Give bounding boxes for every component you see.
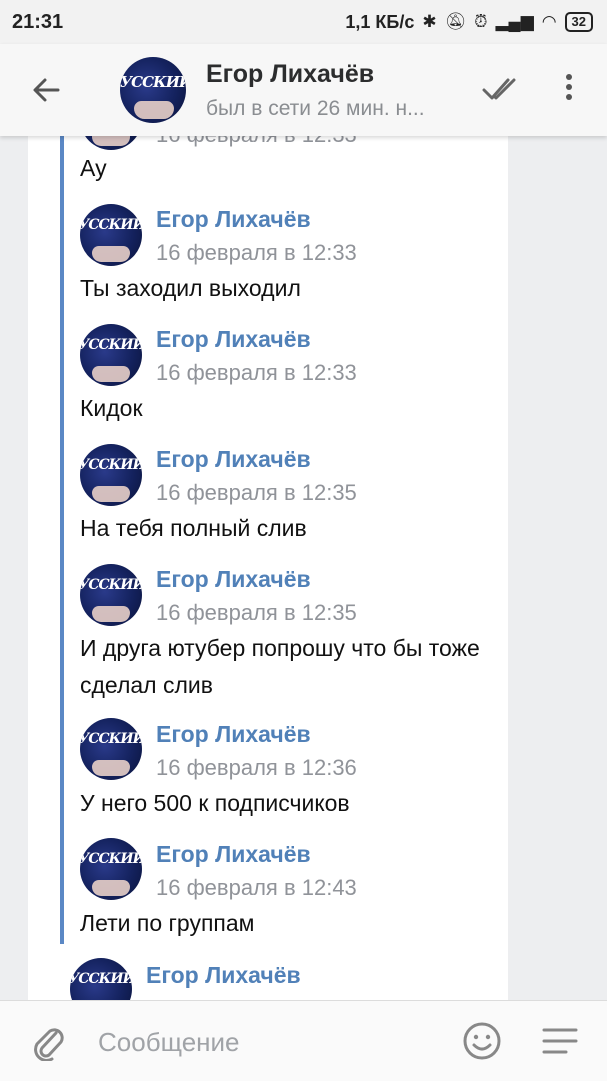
avatar-hands <box>92 880 130 896</box>
message-text: Ау <box>80 155 107 181</box>
status-bar: 21:31 1,1 КБ/с ✱ 🔕︎ ⏰︎ ▂▄▆ ◠ 32 <box>0 0 607 44</box>
contact-status: был в сети 26 мин. н... <box>206 96 425 120</box>
message-avatar[interactable]: УССКИЙ <box>80 324 142 386</box>
message-avatar[interactable]: УССКИЙ <box>80 204 142 266</box>
message-input[interactable]: Сообщение <box>98 1027 240 1058</box>
signal-icon: ▂▄▆ <box>495 12 534 31</box>
alarm-icon: ⏰︎ <box>474 12 488 31</box>
forwarded-messages-panel: УССКИЙ 16 февраля в 12:33 Ау УССКИЙ Егор… <box>28 136 508 1000</box>
message-avatar[interactable]: УССКИЙ <box>80 564 142 626</box>
message-author[interactable]: Егор Лихачёв <box>156 841 311 868</box>
avatar-hands <box>92 606 130 622</box>
message-date: 16 февраля в 12:35 <box>156 600 357 625</box>
header-avatar[interactable]: УССКИЙ <box>120 57 186 123</box>
header-title-block[interactable]: Егор Лихачёв был в сети 26 мин. н... <box>206 60 425 121</box>
avatar-logo-text: УССКИЙ <box>80 577 142 593</box>
avatar-hands <box>92 486 130 502</box>
avatar-hands <box>134 101 174 119</box>
message-avatar[interactable]: УССКИЙ <box>80 136 142 150</box>
avatar-logo-text: УССКИЙ <box>80 217 142 233</box>
message-date: 16 февраля в 12:33 <box>156 136 357 148</box>
message-text: И друга ютубер попрошу что бы тоже сдела… <box>80 635 480 698</box>
avatar-logo-text: УССКИЙ <box>70 971 132 987</box>
forwarded-quote-bar <box>60 136 64 944</box>
avatar-hands <box>92 136 130 146</box>
message-avatar[interactable]: УССКИЙ <box>70 958 132 1000</box>
message-text: Кидок <box>80 395 143 421</box>
contact-name: Егор Лихачёв <box>206 59 375 88</box>
message-date: 16 февраля в 12:36 <box>156 755 357 780</box>
message-author[interactable]: Егор Лихачёв <box>156 206 311 233</box>
avatar-logo-text: УССКИЙ <box>120 73 186 91</box>
message-avatar[interactable]: УССКИЙ <box>80 838 142 900</box>
paperclip-icon[interactable] <box>30 1021 66 1061</box>
message-author[interactable]: Егор Лихачёв <box>156 446 311 473</box>
message-author[interactable]: Егор Лихачёв <box>156 326 311 353</box>
menu-icon[interactable] <box>542 1027 578 1055</box>
message-date: 16 февраля в 12:33 <box>156 240 357 265</box>
message-date: 16 февраля в 12:33 <box>156 360 357 385</box>
avatar-logo-text: УССКИЙ <box>80 731 142 747</box>
message-date: 16 февраля в 12:35 <box>156 480 357 505</box>
back-arrow-icon[interactable] <box>30 74 62 106</box>
avatar-logo-text: УССКИЙ <box>80 457 142 473</box>
message-avatar[interactable]: УССКИЙ <box>80 444 142 506</box>
avatar-hands <box>92 246 130 262</box>
message-text: На тебя полный слив <box>80 515 307 541</box>
double-check-icon[interactable] <box>482 74 518 104</box>
status-right: 1,1 КБ/с ✱ 🔕︎ ⏰︎ ▂▄▆ ◠ 32 <box>345 12 593 33</box>
avatar-hands <box>92 760 130 776</box>
avatar-hands <box>92 366 130 382</box>
avatar-logo-text: УССКИЙ <box>80 337 142 353</box>
bluetooth-icon: ✱ <box>422 12 437 31</box>
message-author[interactable]: Егор Лихачёв <box>156 566 311 593</box>
battery-icon: 32 <box>564 12 593 32</box>
message-text: У него 500 к подписчиков <box>80 790 350 816</box>
message-date: 16 февраля в 12:43 <box>156 875 357 900</box>
mute-icon: 🔕︎ <box>444 12 467 31</box>
avatar-logo-text: УССКИЙ <box>80 851 142 867</box>
chat-header: УССКИЙ Егор Лихачёв был в сети 26 мин. н… <box>0 44 607 136</box>
message-text: Лети по группам <box>80 910 255 936</box>
network-speed: 1,1 КБ/с <box>345 11 415 32</box>
status-time: 21:31 <box>12 10 64 33</box>
message-author[interactable]: Егор Лихачёв <box>146 962 301 989</box>
smiley-icon[interactable] <box>462 1021 502 1061</box>
more-vertical-icon[interactable] <box>559 70 579 110</box>
message-avatar[interactable]: УССКИЙ <box>80 718 142 780</box>
message-author[interactable]: Егор Лихачёв <box>156 721 311 748</box>
message-composer: Сообщение <box>0 1000 607 1081</box>
wifi-icon: ◠ <box>541 12 557 31</box>
message-text: Ты заходил выходил <box>80 275 301 301</box>
